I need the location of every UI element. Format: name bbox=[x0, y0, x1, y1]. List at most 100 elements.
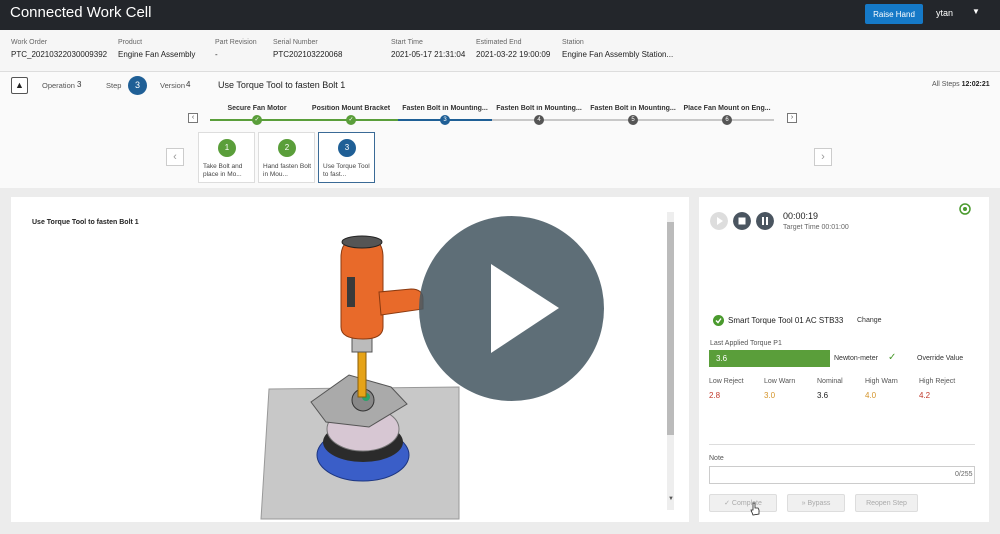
bypass-label: Bypass bbox=[807, 499, 831, 507]
step-label: Step bbox=[106, 81, 122, 90]
stop-icon[interactable] bbox=[733, 212, 751, 230]
scroll-down-icon[interactable]: ▼ bbox=[668, 496, 674, 502]
info-label: Work Order bbox=[11, 39, 48, 46]
limit-low-reject: Low Reject 2.8 bbox=[709, 378, 744, 400]
progress-step-dot[interactable]: 4 bbox=[534, 115, 544, 125]
info-estimated-end: Estimated End 2021-03-22 19:00:09 bbox=[476, 39, 550, 59]
progress-step-dot[interactable]: 5 bbox=[628, 115, 638, 125]
target-time: Target Time 00:01:00 bbox=[783, 224, 849, 231]
chevron-down-icon[interactable]: ▼ bbox=[972, 7, 980, 16]
limit-label: High Reject bbox=[919, 378, 956, 385]
info-start-time: Start Time 2021-05-17 21:31:04 bbox=[391, 39, 465, 59]
limit-label: High Warn bbox=[865, 378, 898, 385]
play-icon[interactable] bbox=[710, 212, 728, 230]
step-card[interactable]: 1 Take Bolt and place in Mo... bbox=[198, 132, 255, 183]
info-station: Station Engine Fan Assembly Station... bbox=[562, 39, 673, 59]
top-bar: Connected Work Cell Raise Hand ytan ▼ bbox=[0, 0, 1000, 30]
torque-value-bar bbox=[709, 350, 830, 367]
torque-value: 3.6 bbox=[716, 354, 728, 363]
step-card-number: 2 bbox=[278, 139, 296, 157]
all-steps-time: All Steps 12:02:21 bbox=[932, 81, 990, 88]
info-value: Engine Fan Assembly bbox=[118, 50, 196, 59]
progress-prev-icon[interactable]: ‹ bbox=[188, 113, 198, 123]
limit-low-warn: Low Warn 3.0 bbox=[764, 378, 795, 400]
step-card-number: 3 bbox=[338, 139, 356, 157]
step-number-badge: 3 bbox=[128, 76, 147, 95]
limit-nominal: Nominal 3.6 bbox=[817, 378, 843, 400]
progress-step-dot[interactable]: 3 bbox=[440, 115, 450, 125]
info-label: Start Time bbox=[391, 39, 423, 46]
double-chevron-icon: » bbox=[801, 499, 806, 507]
raise-hand-button[interactable]: Raise Hand bbox=[865, 4, 923, 24]
tool-shaft bbox=[357, 346, 367, 398]
reopen-label: Reopen Step bbox=[866, 499, 907, 507]
progress-step-label[interactable]: Place Fan Mount on Eng... bbox=[680, 105, 774, 112]
pause-icon[interactable] bbox=[756, 212, 774, 230]
info-label: Estimated End bbox=[476, 39, 522, 46]
limit-high-reject: High Reject 4.2 bbox=[919, 378, 955, 400]
version-label: Version bbox=[160, 81, 186, 90]
torque-unit: Newton-meter bbox=[834, 355, 878, 362]
step-card-text: Hand fasten Bolt in Mou... bbox=[263, 163, 312, 178]
progress-step-label[interactable]: Position Mount Bracket bbox=[304, 105, 398, 112]
limit-high-warn: High Warn 4.0 bbox=[865, 378, 898, 400]
info-work-order: Work Order PTC_20210322030009392 bbox=[11, 39, 107, 59]
info-value: - bbox=[215, 50, 218, 59]
step-card-text: Use Torque Tool to fast... bbox=[323, 163, 370, 178]
cards-next-button[interactable]: › bbox=[814, 148, 832, 166]
reopen-step-button[interactable]: Reopen Step bbox=[855, 494, 918, 512]
check-circle-icon[interactable]: ✓ bbox=[252, 115, 262, 125]
info-label: Station bbox=[562, 39, 584, 46]
progress-next-icon[interactable]: › bbox=[787, 113, 797, 123]
torque-label: Last Applied Torque P1 bbox=[710, 340, 782, 347]
status-icon bbox=[959, 203, 971, 215]
operation-bar: ▲ Operation 3 Step 3 Version 4 Use Torqu… bbox=[0, 72, 1000, 98]
info-label: Serial Number bbox=[273, 39, 318, 46]
step-card-number: 1 bbox=[218, 139, 236, 157]
operation-title: Use Torque Tool to fasten Bolt 1 bbox=[218, 80, 346, 90]
check-icon: ✓ bbox=[724, 500, 730, 507]
version-number: 4 bbox=[186, 80, 191, 89]
step-card[interactable]: 2 Hand fasten Bolt in Mou... bbox=[258, 132, 315, 183]
complete-button[interactable]: ✓ Complete bbox=[709, 494, 777, 512]
info-value: PTC_20210322030009392 bbox=[11, 50, 108, 59]
play-video-button[interactable] bbox=[419, 216, 604, 401]
limit-value: 3.6 bbox=[817, 391, 829, 400]
info-product: Product Engine Fan Assembly bbox=[118, 39, 195, 59]
limit-value: 4.0 bbox=[865, 391, 877, 400]
progress-step-label[interactable]: Fasten Bolt in Mounting... bbox=[492, 105, 586, 112]
change-tool-link[interactable]: Change bbox=[857, 317, 882, 324]
all-steps-value: 12:02:21 bbox=[961, 81, 990, 88]
override-value-link[interactable]: Override Value bbox=[917, 355, 963, 362]
info-part-revision: Part Revision - bbox=[215, 39, 257, 59]
limit-value: 2.8 bbox=[709, 391, 721, 400]
progress-step-label[interactable]: Secure Fan Motor bbox=[210, 105, 304, 112]
info-value: 2021-05-17 21:31:04 bbox=[391, 50, 466, 59]
info-label: Product bbox=[118, 39, 143, 46]
viewer-scroll-thumb[interactable] bbox=[667, 222, 674, 435]
user-name[interactable]: ytan bbox=[936, 8, 953, 18]
bypass-button[interactable]: » Bypass bbox=[787, 494, 845, 512]
3d-viewer[interactable]: Use Torque Tool to fasten Bolt 1 bbox=[11, 197, 689, 522]
step-card[interactable]: 3 Use Torque Tool to fast... bbox=[318, 132, 375, 183]
cards-prev-button[interactable]: ‹ bbox=[166, 148, 184, 166]
hand-cursor-icon bbox=[750, 502, 760, 516]
limit-label: Low Warn bbox=[764, 378, 796, 385]
progress-step-label[interactable]: Fasten Bolt in Mounting... bbox=[398, 105, 492, 112]
check-circle-icon bbox=[713, 315, 724, 326]
info-value: 2021-03-22 19:00:09 bbox=[476, 50, 551, 59]
chevron-up-icon[interactable]: ▲ bbox=[11, 77, 28, 94]
operation-number: 3 bbox=[77, 80, 82, 89]
info-value: Engine Fan Assembly Station... bbox=[562, 50, 674, 59]
check-circle-icon[interactable]: ✓ bbox=[346, 115, 356, 125]
note-char-count: 0/255 bbox=[955, 471, 973, 478]
info-value: PTC202103220068 bbox=[273, 50, 343, 59]
progress-step-label[interactable]: Fasten Bolt in Mounting... bbox=[586, 105, 680, 112]
note-input[interactable] bbox=[709, 466, 975, 484]
check-icon: ✓ bbox=[888, 352, 897, 363]
work-order-info-bar: Work Order PTC_20210322030009392 Product… bbox=[0, 30, 1000, 72]
progress-step-dot[interactable]: 6 bbox=[722, 115, 732, 125]
limit-value: 4.2 bbox=[919, 391, 931, 400]
operation-label: Operation bbox=[42, 81, 75, 90]
limit-value: 3.0 bbox=[764, 391, 776, 400]
